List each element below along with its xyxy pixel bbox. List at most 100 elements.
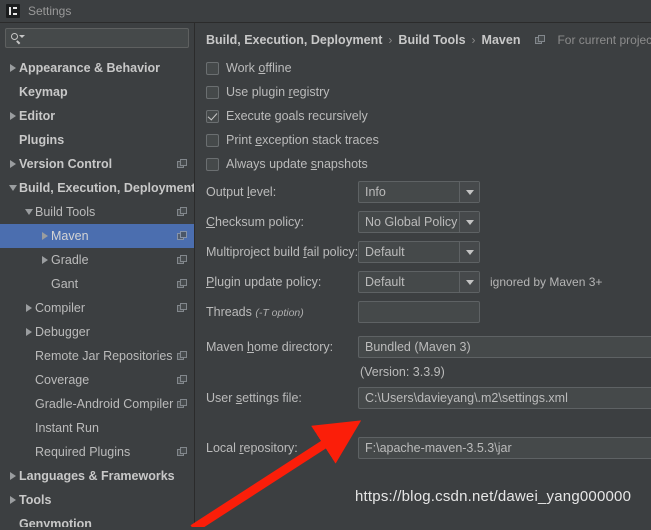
sidebar-item-instant-run[interactable]: Instant Run [0,416,194,440]
maven-settings-panel: Build, Execution, Deployment › Build Too… [195,23,651,527]
checkbox-row[interactable]: Work offline [206,56,292,80]
checkbox-row[interactable]: Always update snapshots [206,152,368,176]
checkbox-label: Execute goals recursively [226,109,368,123]
sidebar-item-label: Gradle [51,253,89,267]
sidebar-item-editor[interactable]: Editor [0,104,194,128]
sidebar-item-label: Remote Jar Repositories [35,349,173,363]
sidebar-item-label: Compiler [35,301,86,315]
combo-label-2: Multiproject build fail policy: [206,245,359,259]
sidebar-item-label: Instant Run [35,421,99,435]
sidebar-item-coverage[interactable]: Coverage [0,368,194,392]
settings-tree[interactable]: Appearance & Behavior Keymap Editor Plugins… [0,52,194,527]
sidebar-item-required-plugins[interactable]: Required Plugins [0,440,194,464]
project-scope-icon [177,399,187,409]
checkbox-4[interactable] [206,157,219,171]
sidebar-item-appearance-behavior[interactable]: Appearance & Behavior [0,56,194,80]
checkbox-row[interactable]: Use plugin registry [206,80,330,104]
window-title: Settings [28,4,72,18]
project-scope-icon [177,375,187,385]
sidebar-item-tools[interactable]: Tools [0,488,194,512]
chevron-right-icon[interactable] [6,496,19,504]
settings-sidebar: Appearance & Behavior Keymap Editor Plugins… [0,23,195,527]
breadcrumb-part-0[interactable]: Build, Execution, Deployment [206,33,382,47]
sidebar-item-genymotion[interactable]: Genymotion [0,512,194,527]
combo-value: Info [365,185,386,199]
project-scope-icon [177,255,187,265]
sidebar-item-gant[interactable]: Gant [0,272,194,296]
checkbox-2[interactable] [206,109,219,123]
local-repository-input[interactable]: F:\apache-maven-3.5.3\jar [358,437,651,459]
checkbox-row[interactable]: Print exception stack traces [206,128,379,152]
project-scope-icon [177,303,187,313]
user-settings-label: User settings file: [206,391,302,405]
chevron-down-icon[interactable] [6,185,19,191]
chevron-right-icon[interactable] [22,328,35,336]
sidebar-item-build-execution-deployment[interactable]: Build, Execution, Deployment [0,176,194,200]
sidebar-item-debugger[interactable]: Debugger [0,320,194,344]
combo-note-3: ignored by Maven 3+ [490,275,603,289]
breadcrumb-separator: › [471,33,476,47]
settings-dialog: Settings Appearance & Behavior Keymap Edit… [0,0,651,530]
combo-value: Default [365,275,405,289]
sidebar-item-label: Build Tools [35,205,96,219]
sidebar-item-gradle[interactable]: Gradle [0,248,194,272]
sidebar-item-version-control[interactable]: Version Control [0,152,194,176]
sidebar-item-gradle-android-compiler[interactable]: Gradle-Android Compiler [0,392,194,416]
combo-label-3: Plugin update policy: [206,275,322,289]
intellij-idea-icon [6,4,20,18]
sidebar-item-keymap[interactable]: Keymap [0,80,194,104]
project-scope-icon [177,231,187,241]
search-box[interactable] [5,28,189,48]
checkbox-label: Print exception stack traces [226,133,379,147]
search-input[interactable] [25,30,184,46]
chevron-right-icon[interactable] [6,112,19,120]
sidebar-item-label: Debugger [35,325,90,339]
chevron-down-icon[interactable] [459,212,479,232]
chevron-down-icon[interactable] [22,209,35,215]
threads-input[interactable] [358,301,480,323]
sidebar-item-label: Genymotion [19,517,92,527]
checkbox-0[interactable] [206,61,219,75]
combo-1[interactable]: No Global Policy [358,211,480,233]
checkbox-3[interactable] [206,133,219,147]
project-scope-icon [177,351,187,361]
sidebar-item-build-tools[interactable]: Build Tools [0,200,194,224]
search-container [0,23,194,52]
sidebar-item-plugins[interactable]: Plugins [0,128,194,152]
chevron-right-icon[interactable] [6,472,19,480]
sidebar-item-maven[interactable]: Maven [0,224,194,248]
chevron-right-icon[interactable] [6,64,19,72]
chevron-down-icon[interactable] [459,272,479,292]
project-scope-icon [177,279,187,289]
maven-home-input[interactable]: Bundled (Maven 3) [358,336,651,358]
chevron-right-icon[interactable] [38,232,51,240]
chevron-right-icon[interactable] [6,160,19,168]
chevron-down-icon[interactable] [459,182,479,202]
maven-home-label: Maven home directory: [206,340,334,354]
combo-value: Default [365,245,405,259]
checkbox-1[interactable] [206,85,219,99]
sidebar-item-remote-jar-repositories[interactable]: Remote Jar Repositories [0,344,194,368]
user-settings-input[interactable]: C:\Users\davieyang\.m2\settings.xml [358,387,651,409]
sidebar-item-label: Coverage [35,373,90,387]
sidebar-item-compiler[interactable]: Compiler [0,296,194,320]
breadcrumb-part-2[interactable]: Maven [482,33,521,47]
dialog-body: Appearance & Behavior Keymap Editor Plugins… [0,23,651,527]
chevron-down-icon[interactable] [459,242,479,262]
sidebar-item-label: Required Plugins [35,445,131,459]
combo-2[interactable]: Default [358,241,480,263]
combo-label-1: Checksum policy: [206,215,304,229]
sidebar-item-languages-frameworks[interactable]: Languages & Frameworks [0,464,194,488]
checkbox-label: Work offline [226,61,292,75]
combo-3[interactable]: Default [358,271,480,293]
combo-0[interactable]: Info [358,181,480,203]
chevron-right-icon[interactable] [38,256,51,264]
search-icon[interactable] [10,32,25,45]
breadcrumb-part-1[interactable]: Build Tools [398,33,465,47]
chevron-right-icon[interactable] [22,304,35,312]
title-bar: Settings [0,0,651,23]
checkbox-row[interactable]: Execute goals recursively [206,104,368,128]
project-scope-label: For current project [557,33,651,47]
sidebar-item-label: Version Control [19,157,113,171]
breadcrumb-separator: › [388,33,393,47]
